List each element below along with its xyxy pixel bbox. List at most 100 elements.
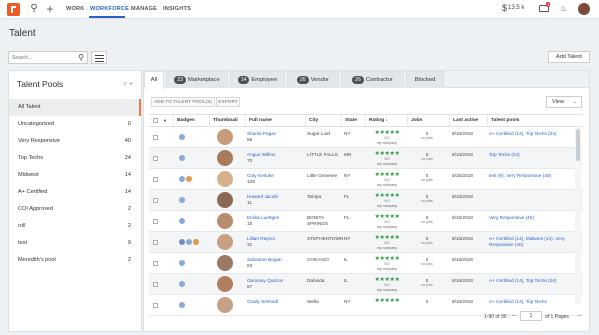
user-avatar[interactable] <box>578 3 590 15</box>
talent-name-link[interactable]: Salvatore Bogan <box>247 257 282 262</box>
row-checkbox[interactable] <box>153 282 158 287</box>
talent-state: FL <box>344 194 350 199</box>
tab-vendor[interactable]: 26 Vendor <box>287 71 339 88</box>
badge-icon[interactable] <box>179 134 185 140</box>
pool-item-roll[interactable]: roll 2 <box>9 218 141 235</box>
pool-item-test[interactable]: test 9 <box>9 235 141 252</box>
row-checkbox[interactable] <box>153 240 158 245</box>
filter-settings-button[interactable] <box>91 51 107 64</box>
nav-work[interactable]: WORK <box>66 6 85 12</box>
pool-item-a-plus-certified[interactable]: A+ Certified 14 <box>9 184 141 201</box>
talent-pools-links[interactable]: Very Responsive (40) <box>489 215 569 221</box>
view-dropdown[interactable]: View ⌄ <box>546 96 582 108</box>
badge-icon[interactable] <box>179 218 185 224</box>
add-pool-icon[interactable]: + <box>129 81 135 88</box>
nav-workforce[interactable]: WORKFORCE <box>90 6 129 12</box>
talent-name-link[interactable]: Geovany Quitzon <box>247 278 283 283</box>
row-checkbox[interactable] <box>153 135 158 140</box>
talent-name-link[interactable]: Howard Jacobi <box>247 194 278 199</box>
badge-icon[interactable] <box>179 302 185 308</box>
row-checkbox[interactable] <box>153 261 158 266</box>
app-logo[interactable] <box>7 3 20 16</box>
scrollbar-thumb[interactable] <box>576 129 580 161</box>
tab-contractor[interactable]: 26 Contractor <box>341 71 404 88</box>
row-checkbox[interactable] <box>153 177 158 182</box>
export-button[interactable]: EXPORT <box>216 97 240 107</box>
search-icon[interactable]: ⚲ <box>28 3 40 15</box>
tab-count: 26 <box>297 76 309 84</box>
row-checkbox[interactable] <box>153 198 158 203</box>
header-last-active[interactable]: Last active <box>449 115 487 127</box>
tab-employee[interactable]: 14 Employee <box>230 71 285 88</box>
table-row[interactable]: Geovany Quitzon 67 Dahinda IL ★★★★★ 5.0 my com… <box>149 274 583 295</box>
badge-icon[interactable] <box>179 176 185 182</box>
talent-pools-links[interactable]: test (9), Very Responsive (40) <box>489 173 569 179</box>
page-number-input[interactable]: 1 <box>520 311 542 321</box>
table-row[interactable]: Lillian Raynor 31 STEPHENTOWN NY ★★★★★ 5.0 my … <box>149 232 583 253</box>
nav-insights[interactable]: INSIGHTS <box>163 6 191 12</box>
pool-item-uncategorized[interactable]: Uncategorized 0 <box>9 116 141 133</box>
add-talent-button[interactable]: Add Talent <box>548 51 590 63</box>
badge-icon[interactable] <box>179 155 185 161</box>
tab-blocked[interactable]: Blocked <box>406 71 444 88</box>
table-row[interactable]: Shania Pagac 66 Sugar Loaf NY ★★★★★ 5.0 my com… <box>149 127 583 148</box>
talent-jobs: 0 no jobs <box>409 257 445 267</box>
next-page-arrow-icon[interactable]: → <box>576 312 582 318</box>
header-rating[interactable]: Rating ↓ <box>365 115 407 127</box>
badge-icon[interactable] <box>193 239 199 245</box>
row-checkbox[interactable] <box>153 219 158 224</box>
header-jobs[interactable]: Jobs <box>407 115 449 127</box>
talent-pools-links[interactable]: A+ Certified (14), Top Techs (24) <box>489 131 569 137</box>
talent-pools-links[interactable]: A+ Certified (14), Top Techs <box>489 299 569 305</box>
tab-marketplace[interactable]: 23 Marketplace <box>166 71 228 88</box>
talent-number: 66 <box>247 136 253 142</box>
nav-manage[interactable]: MANAGE <box>131 6 157 12</box>
row-checkbox[interactable] <box>153 303 158 308</box>
header-full-name[interactable]: Full name <box>245 115 305 127</box>
talent-name-link[interactable]: Angus Willms <box>247 152 275 157</box>
add-icon[interactable]: + <box>44 3 56 15</box>
search-input[interactable] <box>9 52 73 63</box>
pool-item-very-responsive[interactable]: Very Responsive 40 <box>9 133 141 150</box>
pool-item-merediths-pool[interactable]: Meredith's pool 2 <box>9 252 141 269</box>
table-row[interactable]: Howard Jacobi 11 Tampa FL ★★★★★ 5.0 my company… <box>149 190 583 211</box>
table-row[interactable]: Coty Kerluke 128 Little Genesee NY ★★★★★ 5.0 m… <box>149 169 583 190</box>
table-row[interactable]: Emilia Luettgen 15 BONITA SPRINGS FL ★★★★★ 5.… <box>149 211 583 232</box>
search-icon[interactable]: ⚲ <box>78 53 84 62</box>
header-city[interactable]: City <box>305 115 341 127</box>
add-to-talent-pools-button[interactable]: ADD TO TALENT POOL(S) <box>151 97 215 107</box>
badge-icon[interactable] <box>179 281 185 287</box>
header-talent-pools[interactable]: Talent pools <box>487 115 575 127</box>
talent-name-link[interactable]: Emilia Luettgen <box>247 215 279 220</box>
talent-pools-links[interactable]: A+ Certified (14), Midwest (14), Very Re… <box>489 236 569 248</box>
search-field[interactable]: ⚲ <box>8 51 88 64</box>
badge-icon[interactable] <box>179 197 185 203</box>
header-thumbnail[interactable]: Thumbnail <box>209 115 245 127</box>
table-row[interactable]: Salvatore Bogan 63 CHICAGO IL ★★★★★ 5.0 my com… <box>149 253 583 274</box>
talent-pools-links[interactable]: A+ Certified (14), Top Techs (24) <box>489 278 569 284</box>
row-checkbox[interactable] <box>153 156 158 161</box>
talent-name-link[interactable]: Shania Pagac <box>247 131 276 136</box>
select-all-checkbox[interactable] <box>153 118 158 123</box>
badge-icon[interactable] <box>179 239 185 245</box>
badge-icon[interactable] <box>186 176 192 182</box>
pool-item-all-talent[interactable]: All Talent <box>9 99 141 116</box>
talent-name-link[interactable]: Lillian Raynor <box>247 236 275 241</box>
talent-name-link[interactable]: Grady Schmidt <box>247 299 278 304</box>
badge-icon[interactable] <box>179 260 185 266</box>
pool-item-coi-approved[interactable]: COI Approved 2 <box>9 201 141 218</box>
badge-icon[interactable] <box>186 239 192 245</box>
wallet-balance[interactable]: $13.5 k <box>502 3 524 13</box>
header-state[interactable]: State <box>341 115 365 127</box>
talent-name-link[interactable]: Coty Kerluke <box>247 173 274 178</box>
caret-down-icon[interactable]: ▼ <box>163 118 167 123</box>
table-row[interactable]: Grady Schmidt Stella NY ★★★★★ 0 8/16/2018 A+ C… <box>149 295 583 316</box>
pool-item-midwest[interactable]: Midwest 14 <box>9 167 141 184</box>
table-row[interactable]: Angus Willms 70 LITTLE FALLS MN ★★★★★ 5.0 my c… <box>149 148 583 169</box>
prev-page-arrow-icon[interactable]: ← <box>511 312 517 318</box>
header-badges[interactable]: Badges <box>173 115 209 127</box>
pool-item-top-techs[interactable]: Top Techs 24 <box>9 150 141 167</box>
tab-all[interactable]: All <box>144 71 164 89</box>
bell-icon[interactable]: ♨ <box>560 4 567 13</box>
talent-pools-links[interactable]: Top Techs (24) <box>489 152 569 158</box>
